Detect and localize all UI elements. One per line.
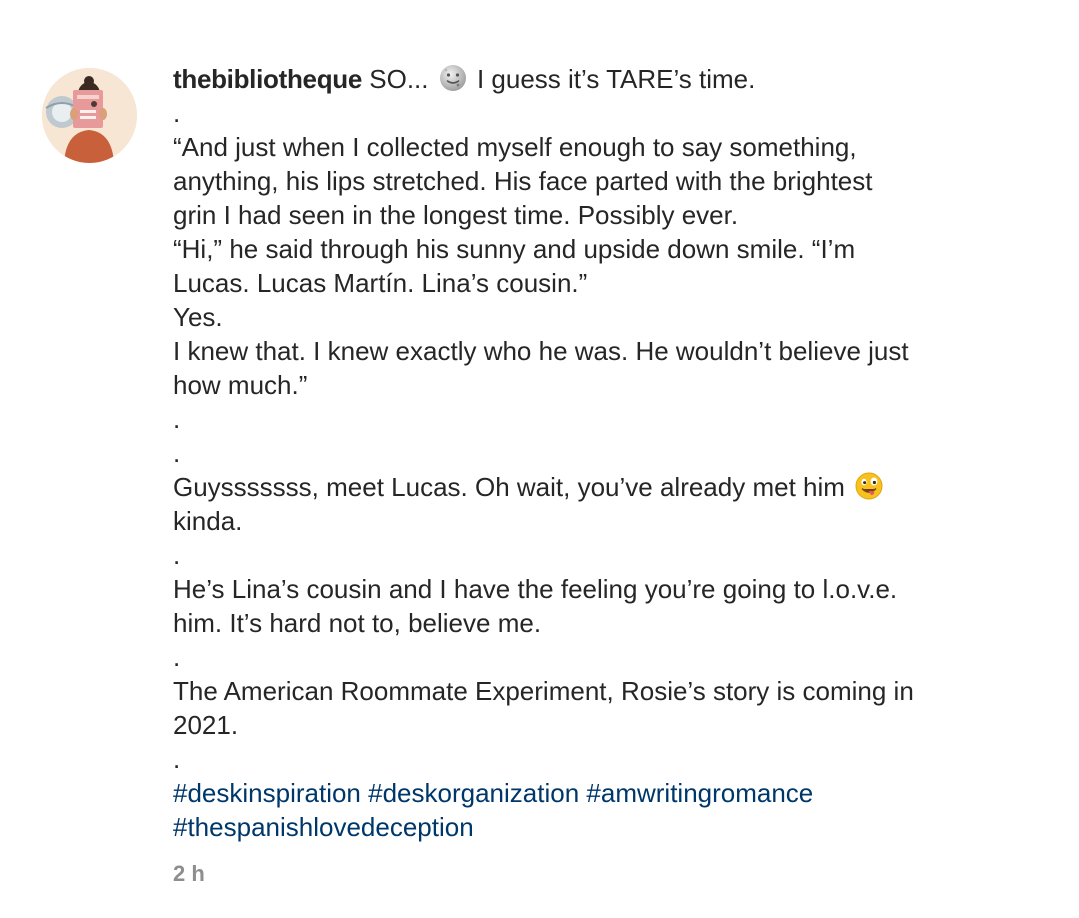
comment-line: Guysssssss, meet Lucas. Oh wait, you’ve … xyxy=(173,470,1013,504)
comment-text: SO... xyxy=(362,64,436,94)
hashtag-link[interactable]: #deskinspiration xyxy=(173,778,361,808)
comment-line: . xyxy=(173,404,181,434)
hashtag-line: #deskinspiration #deskorganization #amwr… xyxy=(173,776,1013,810)
comment-line: him. It’s hard not to, believe me. xyxy=(173,608,542,638)
comment-first-line: thebibliotheque SO... I guess it’s TARE’… xyxy=(173,62,1013,96)
comment-line: Yes. xyxy=(173,302,223,332)
timestamp: 2 h xyxy=(173,861,205,886)
comment-line: “Hi,” he said through his sunny and upsi… xyxy=(173,234,856,264)
comment-line: . xyxy=(173,642,181,672)
hashtag-link[interactable]: #amwritingromance xyxy=(586,778,813,808)
comment-body: thebibliotheque SO... I guess it’s TARE’… xyxy=(173,62,1013,844)
comment-text: I guess it’s TARE’s time. xyxy=(469,64,756,94)
comment-line: . xyxy=(173,540,181,570)
comment-line: I knew that. I knew exactly who he was. … xyxy=(173,336,909,366)
comment-line: Lucas. Lucas Martín. Lina’s cousin.” xyxy=(173,268,588,298)
comment-line: how much.” xyxy=(173,370,308,400)
username-link[interactable]: thebibliotheque xyxy=(173,64,362,94)
comment-line: kinda. xyxy=(173,506,243,536)
hashtag-line: #thespanishlovedeception xyxy=(173,810,1013,844)
comment-line: He’s Lina’s cousin and I have the feelin… xyxy=(173,574,898,604)
comment: thebibliotheque SO... I guess it’s TARE’… xyxy=(0,0,1079,918)
comment-line: grin I had seen in the longest time. Pos… xyxy=(173,200,739,230)
hashtag-link[interactable]: #thespanishlovedeception xyxy=(173,812,474,842)
avatar-image xyxy=(42,68,137,163)
moon-face-icon xyxy=(439,65,466,91)
hashtag-link[interactable]: #deskorganization xyxy=(368,778,579,808)
comment-line: . xyxy=(173,98,181,128)
comment-line: “And just when I collected myself enough… xyxy=(173,132,857,162)
comment-line: . xyxy=(173,744,181,774)
comment-line: anything, his lips stretched. His face p… xyxy=(173,166,873,196)
avatar[interactable] xyxy=(42,68,137,163)
winking-tongue-face-icon xyxy=(855,472,883,500)
comment-line: 2021. xyxy=(173,710,239,740)
comment-line: . xyxy=(173,438,181,468)
comment-line: The American Roommate Experiment, Rosie’… xyxy=(173,676,914,706)
comment-text: Guysssssss, meet Lucas. Oh wait, you’ve … xyxy=(173,472,853,502)
